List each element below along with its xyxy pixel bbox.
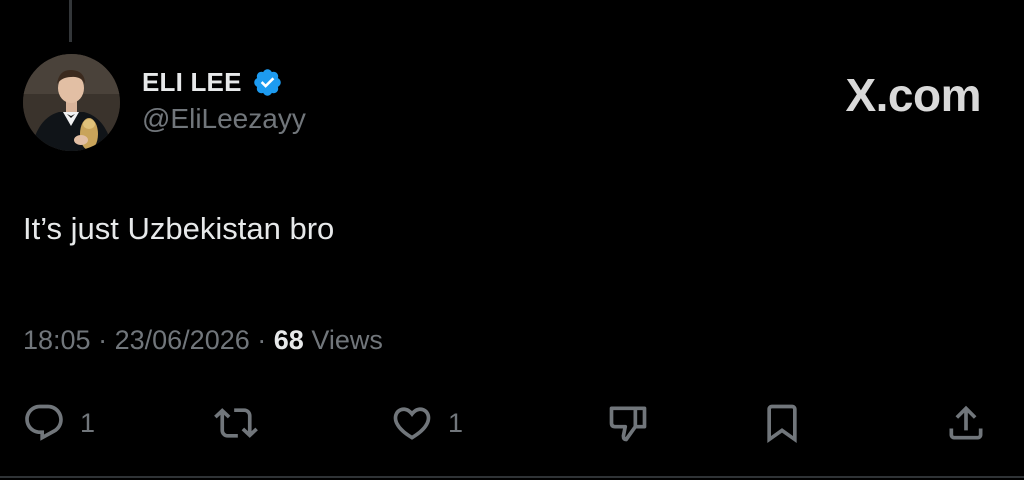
thread-connector-line	[69, 0, 72, 42]
verified-badge-icon	[253, 68, 281, 96]
like-button[interactable]: 1	[390, 400, 463, 446]
bookmark-icon	[767, 404, 797, 444]
tweet-time[interactable]: 18:05	[23, 325, 91, 355]
divider	[0, 476, 1024, 478]
tweet-date[interactable]: 23/06/2026	[115, 325, 250, 355]
thumbs-down-icon	[609, 406, 647, 442]
author-handle[interactable]: @EliLeezayy	[142, 103, 306, 135]
action-bar: 1 1	[0, 392, 1024, 454]
dislike-button[interactable]	[606, 400, 650, 446]
tweet-text: It’s just Uzbekistan bro	[23, 211, 335, 246]
reply-icon	[25, 404, 63, 441]
share-icon	[949, 405, 983, 440]
author-display-name[interactable]: ELI LEE	[142, 67, 242, 98]
share-button[interactable]	[944, 400, 988, 446]
avatar[interactable]	[23, 54, 120, 151]
reply-count: 1	[80, 407, 96, 438]
repost-button[interactable]	[214, 400, 272, 446]
like-count: 1	[448, 407, 464, 438]
author-name-row: ELI LEE	[142, 64, 283, 100]
brand-label: X.com	[845, 69, 981, 121]
views-count: 68	[273, 325, 304, 355]
reply-button[interactable]: 1	[22, 400, 95, 446]
tweet-meta: 18:05 · 23/06/2026 · 68 Views	[23, 325, 383, 356]
views-label: Views	[311, 325, 383, 355]
meta-separator: ·	[257, 325, 267, 355]
repost-icon	[214, 408, 258, 438]
heart-icon	[393, 407, 431, 440]
avatar-photo	[23, 54, 120, 151]
bookmark-button[interactable]	[760, 400, 804, 446]
meta-separator: ·	[98, 325, 108, 355]
